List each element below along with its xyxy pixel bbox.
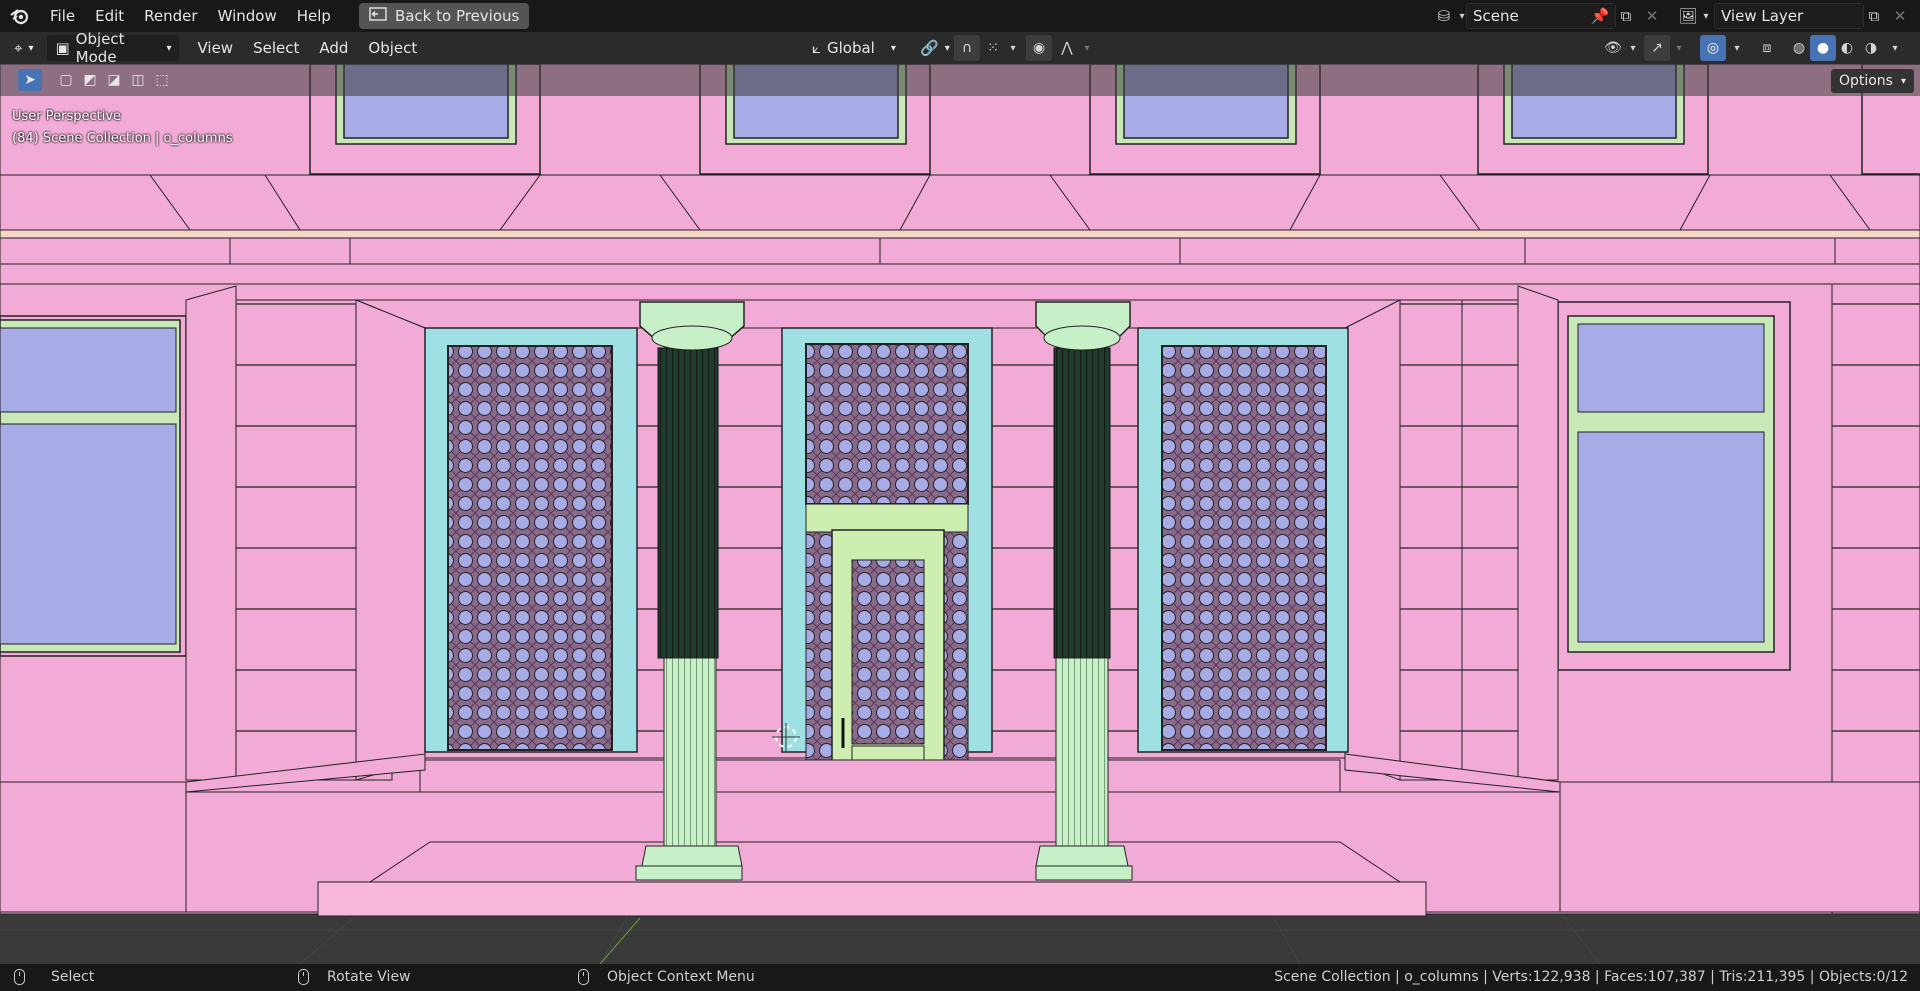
- rendered-shading-icon[interactable]: ◑: [1858, 35, 1884, 61]
- select-difference-mode-icon[interactable]: ◫: [126, 69, 150, 91]
- 3d-viewport[interactable]: ➤ ▢ ◩ ◪ ◫ ⬚ Options ▾ User Perspective (…: [0, 64, 1920, 964]
- top-menubar: File Edit Render Window Help Back to Pre…: [0, 0, 1920, 32]
- new-scene-icon[interactable]: ⧉: [1614, 4, 1638, 28]
- status-hint-rotate-label: Rotate View: [327, 969, 411, 985]
- xray-toggle-icon[interactable]: ⧈: [1754, 35, 1780, 61]
- wireframe-shading-icon[interactable]: ◍: [1786, 35, 1812, 61]
- menu-file[interactable]: File: [40, 0, 85, 32]
- blender-logo-icon[interactable]: [0, 7, 40, 25]
- solid-shading-icon[interactable]: ●: [1810, 35, 1836, 61]
- viewport-tool-row: ➤ ▢ ◩ ◪ ◫ ⬚ Options ▾: [0, 64, 1920, 96]
- transform-orientation-dropdown[interactable]: ⟀ Global ▾: [804, 35, 904, 61]
- falloff-chevron-icon[interactable]: ▾: [1074, 35, 1100, 61]
- options-dropdown[interactable]: Options ▾: [1830, 69, 1914, 93]
- proportional-edit-icon[interactable]: ◉: [1026, 35, 1052, 61]
- status-hint-context: Object Context Menu: [578, 969, 755, 985]
- scene-name: Scene: [1473, 7, 1519, 25]
- select-intersect-mode-icon[interactable]: ⬚: [150, 69, 174, 91]
- status-hint-select-label: Select: [51, 969, 95, 985]
- back-to-previous-label: Back to Previous: [394, 7, 520, 25]
- menu-window[interactable]: Window: [208, 0, 287, 32]
- snap-chevron-icon[interactable]: ▾: [1000, 35, 1026, 61]
- visibility-chevron-icon[interactable]: ▾: [1620, 35, 1646, 61]
- editor-type-icon: ⌖: [14, 39, 23, 57]
- pivot-point-dropdown[interactable]: 🔗 ▾: [912, 35, 958, 61]
- viewport-perspective-label: User Perspective: [12, 109, 122, 124]
- orientation-chevron-icon: ▾: [890, 42, 896, 54]
- options-chevron-icon: ▾: [1900, 75, 1906, 87]
- scene-statistics: Scene Collection | o_columns | Verts:122…: [1274, 969, 1908, 985]
- view-layer-name: View Layer: [1721, 7, 1804, 25]
- gizmo-chevron-icon[interactable]: ▾: [1666, 35, 1692, 61]
- status-hint-context-label: Object Context Menu: [607, 969, 755, 985]
- menu-select[interactable]: Select: [243, 39, 309, 57]
- object-mode-dropdown[interactable]: ▣ Object Mode ▾: [47, 30, 180, 66]
- viewport-header: ⌖ ▾ ▣ Object Mode ▾ View Select Add Objec…: [0, 30, 1920, 66]
- overlays-chevron-icon[interactable]: ▾: [1724, 35, 1750, 61]
- viewport-collection-label: (84) Scene Collection | o_columns: [12, 131, 233, 146]
- orientation-icon: ⟀: [812, 39, 821, 57]
- building-facade-scene[interactable]: [0, 64, 1920, 964]
- delete-view-layer-icon[interactable]: ✕: [1888, 4, 1912, 28]
- menu-edit[interactable]: Edit: [85, 0, 134, 32]
- select-tool-cursor-icon[interactable]: ➤: [18, 69, 42, 91]
- pin-icon[interactable]: 📌: [1588, 4, 1612, 28]
- view-layer-field[interactable]: View Layer: [1714, 3, 1864, 29]
- select-subtract-mode-icon[interactable]: ◪: [102, 69, 126, 91]
- pivot-chevron-icon: ▾: [944, 42, 950, 54]
- snap-magnet-icon[interactable]: ∩: [954, 35, 980, 61]
- pivot-link-icon: 🔗: [920, 39, 939, 57]
- material-preview-icon[interactable]: ◐: [1834, 35, 1860, 61]
- mouse-middle-icon: [298, 969, 309, 985]
- shading-chevron-icon[interactable]: ▾: [1882, 35, 1908, 61]
- transform-orientation-label: Global: [827, 39, 875, 57]
- menu-help[interactable]: Help: [287, 0, 341, 32]
- mouse-right-icon: [578, 969, 589, 985]
- select-extend-mode-icon[interactable]: ◩: [78, 69, 102, 91]
- status-bar: Select Rotate View Object Context Menu S…: [0, 964, 1920, 991]
- menu-render[interactable]: Render: [134, 0, 207, 32]
- object-mode-icon: ▣: [55, 39, 70, 57]
- status-hint-select: Select: [14, 969, 94, 985]
- menu-view[interactable]: View: [187, 39, 243, 57]
- object-mode-label: Object Mode: [75, 30, 125, 66]
- editor-type-dropdown[interactable]: ⌖ ▾: [6, 35, 41, 61]
- editor-type-chevron-icon: ▾: [28, 42, 34, 54]
- options-label: Options: [1838, 73, 1893, 89]
- menu-add[interactable]: Add: [309, 39, 358, 57]
- back-to-previous-button[interactable]: Back to Previous: [358, 3, 530, 29]
- delete-scene-icon[interactable]: ✕: [1640, 4, 1664, 28]
- back-screen-icon: [369, 7, 387, 25]
- status-hint-rotate: Rotate View: [298, 969, 411, 985]
- new-view-layer-icon[interactable]: ⧉: [1862, 4, 1886, 28]
- mouse-left-icon: [14, 969, 25, 985]
- menu-object[interactable]: Object: [358, 39, 427, 57]
- overlays-icon[interactable]: ◎: [1700, 35, 1726, 61]
- object-mode-chevron-icon: ▾: [166, 42, 172, 54]
- select-new-mode-icon[interactable]: ▢: [54, 69, 78, 91]
